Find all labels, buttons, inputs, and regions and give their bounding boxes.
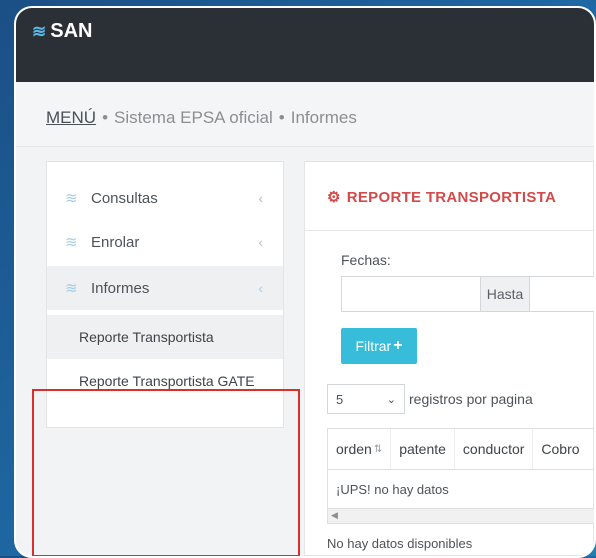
report-table: orden ⇅ patente conductor Cobro ¡UPS! no…	[327, 428, 594, 510]
waves-icon: ≋	[32, 21, 47, 41]
breadcrumb-menu-link[interactable]: MENÚ	[46, 108, 96, 128]
sidebar-subitem-label: Reporte Transportista	[79, 329, 214, 345]
hasta-addon: Hasta	[481, 277, 530, 311]
no-data-text: No hay datos disponibles	[327, 536, 473, 551]
column-label: orden	[336, 441, 372, 457]
breadcrumb-system[interactable]: Sistema EPSA oficial	[114, 108, 273, 128]
column-header-patente[interactable]: patente	[391, 429, 455, 469]
page-title: ⚙ REPORTE TRANSPORTISTA	[327, 188, 557, 207]
sidebar: ≋ Consultas ‹ ≋ Enrolar ‹ ≋ Informes ‹ R…	[46, 161, 284, 428]
table-header: orden ⇅ patente conductor Cobro	[328, 429, 594, 470]
app-logo[interactable]: ≋ SAN	[32, 20, 92, 43]
per-page-label: registros por pagina	[409, 391, 533, 407]
column-label: Cobro	[541, 441, 580, 457]
panel-title-text: REPORTE TRANSPORTISTA	[346, 188, 557, 206]
scroll-left-icon[interactable]: ◀	[331, 510, 338, 521]
date-to-input[interactable]	[530, 277, 594, 311]
column-header-orden[interactable]: orden ⇅	[328, 429, 392, 469]
sidebar-item-label: Informes	[91, 279, 150, 297]
filtrar-button[interactable]: Filtrar +	[341, 328, 417, 364]
date-range-group: Hasta	[341, 276, 594, 312]
chevron-left-icon: ‹	[258, 190, 263, 206]
breadcrumb-section: Informes	[290, 108, 357, 127]
page-size-row: 5 ⌄ registros por pagina	[327, 384, 533, 414]
breadcrumb-bar: MENÚ • Sistema EPSA oficial • Informes	[16, 82, 594, 147]
column-header-conductor[interactable]: conductor	[455, 429, 534, 469]
panel-header: ⚙ REPORTE TRANSPORTISTA	[305, 162, 593, 231]
app-window: ≋ SAN MENÚ • Sistema EPSA oficial • Info…	[14, 6, 596, 558]
empty-row-text: ¡UPS! no hay datos	[336, 481, 449, 497]
stack-icon: ≋	[65, 234, 78, 251]
page-size-select[interactable]: 5 ⌄	[327, 384, 405, 414]
breadcrumb: MENÚ • Sistema EPSA oficial • Informes	[46, 108, 357, 128]
sidebar-item-informes[interactable]: ≋ Informes ‹	[47, 266, 283, 310]
sidebar-item-label: Consultas	[91, 189, 158, 207]
stack-icon: ≋	[65, 280, 78, 297]
filtrar-label: Filtrar	[355, 338, 392, 354]
logo-text: SAN	[50, 20, 93, 42]
fechas-label: Fechas:	[341, 252, 391, 268]
report-panel: ⚙ REPORTE TRANSPORTISTA Fechas: Hasta Fi…	[304, 161, 594, 556]
highlight-box	[32, 389, 300, 556]
sidebar-subitem-label: Reporte Transportista GATE	[79, 373, 255, 389]
gear-icon: ⚙	[327, 189, 341, 206]
breadcrumb-separator: •	[278, 108, 285, 127]
chevron-left-icon: ‹	[258, 234, 263, 250]
plus-icon: +	[393, 337, 403, 354]
table-row: ¡UPS! no hay datos	[328, 470, 594, 508]
top-navbar: ≋ SAN	[16, 8, 594, 82]
page-size-value: 5	[336, 391, 344, 407]
date-from-input[interactable]	[342, 277, 481, 311]
horizontal-scrollbar[interactable]: ◀	[327, 508, 594, 524]
breadcrumb-separator: •	[102, 108, 109, 127]
column-label: patente	[399, 441, 446, 457]
chevron-down-icon: ⌄	[386, 393, 396, 406]
sidebar-subitem-reporte-transportista[interactable]: Reporte Transportista	[47, 315, 283, 359]
column-header-cobro[interactable]: Cobro	[533, 429, 587, 469]
main-content: ≋ Consultas ‹ ≋ Enrolar ‹ ≋ Informes ‹ R…	[16, 147, 594, 556]
stack-icon: ≋	[65, 190, 78, 207]
sort-icon: ⇅	[373, 443, 383, 455]
chevron-left-icon: ‹	[258, 280, 263, 296]
sidebar-item-enrolar[interactable]: ≋ Enrolar ‹	[47, 220, 283, 264]
sidebar-item-consultas[interactable]: ≋ Consultas ‹	[47, 176, 283, 220]
sidebar-item-label: Enrolar	[91, 233, 140, 251]
column-label: conductor	[462, 441, 525, 457]
